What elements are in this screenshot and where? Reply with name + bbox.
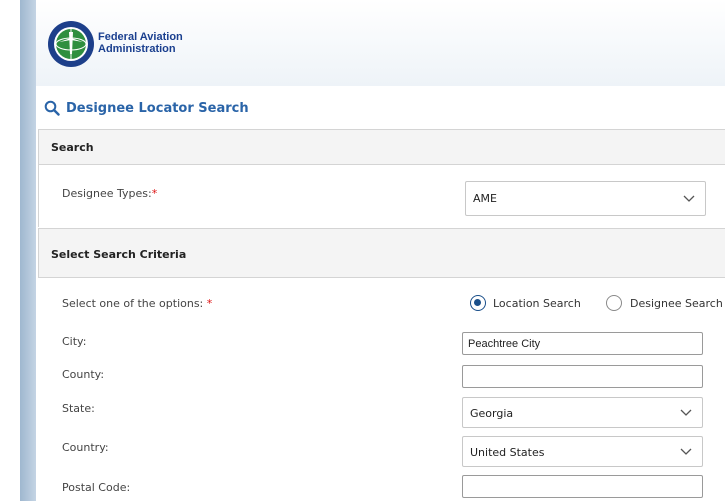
criteria-section-title: Select Search Criteria [51, 248, 187, 261]
country-label: Country: [62, 441, 109, 454]
chevron-down-icon [683, 195, 695, 202]
chevron-down-icon [680, 448, 692, 455]
required-mark: * [151, 187, 158, 200]
state-select[interactable]: Georgia [462, 397, 703, 428]
agency-name: Federal Aviation Administration [98, 31, 183, 55]
designee-search-label[interactable]: Designee Search [630, 297, 723, 310]
chevron-down-icon [680, 409, 692, 416]
agency-name-line2: Administration [98, 43, 176, 55]
search-section-title: Search [51, 141, 94, 154]
county-label: County: [62, 368, 105, 381]
postal-code-input[interactable] [462, 475, 703, 498]
criteria-section-header: Select Search Criteria [38, 228, 725, 278]
designee-search-radio[interactable] [606, 295, 622, 311]
postal-code-label: Postal Code: [62, 481, 131, 494]
options-label-text: Select one of the options: [62, 297, 207, 310]
required-mark: * [206, 297, 213, 310]
county-input[interactable] [462, 365, 703, 388]
search-icon [44, 100, 60, 116]
state-value: Georgia [470, 407, 514, 420]
options-label: Select one of the options: * [62, 297, 212, 310]
country-value: United States [470, 446, 545, 459]
location-search-label[interactable]: Location Search [493, 297, 581, 310]
search-section-header: Search [38, 129, 725, 165]
state-label: State: [62, 402, 95, 415]
left-accent-bar [20, 0, 36, 501]
designee-types-label-text: Designee Types: [62, 187, 152, 200]
page-title-row: Designee Locator Search [36, 96, 249, 120]
site-header: Federal Aviation Administration [36, 0, 725, 86]
designee-types-label: Designee Types:* [62, 187, 157, 200]
designee-types-value: AME [473, 192, 497, 205]
page-title: Designee Locator Search [66, 100, 249, 116]
city-input[interactable] [462, 332, 703, 355]
country-select[interactable]: United States [462, 436, 703, 467]
location-search-radio[interactable] [470, 295, 486, 311]
faa-seal-icon [48, 21, 94, 67]
designee-types-select[interactable]: AME [465, 181, 706, 216]
city-label: City: [62, 335, 87, 348]
agency-name-line1: Federal Aviation [98, 31, 183, 43]
